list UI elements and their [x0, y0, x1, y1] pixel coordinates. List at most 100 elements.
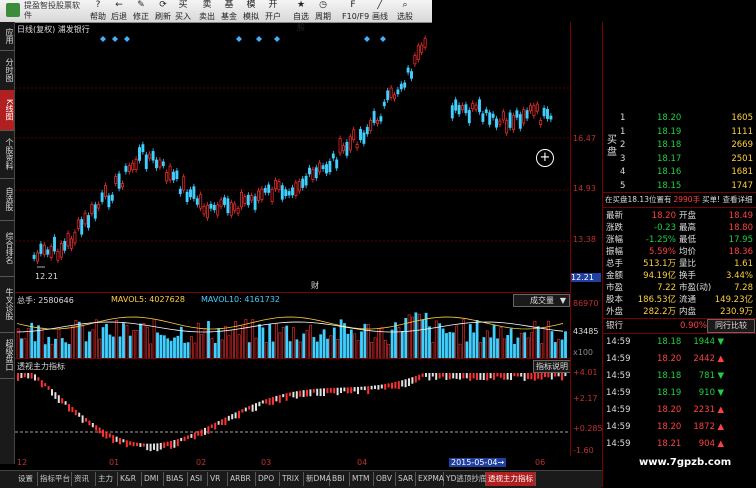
date-axis: 12 01 02 03 04 2015-05-04→ 06: [15, 458, 570, 469]
kline-chart[interactable]: 日线(复权) 浦发银行 12.21 财 +: [15, 22, 570, 292]
price-axis: 16.47 14.93 13.38 12.21 86970 43485 x100…: [570, 22, 603, 456]
left-tab-5[interactable]: 综合排名: [0, 220, 14, 277]
toolbar-label: 修正: [133, 12, 149, 21]
month-label: 01: [109, 458, 120, 467]
mavol10-value: MAVOL10: 4161732: [201, 295, 280, 304]
toolbar-button-0[interactable]: ? 帮助: [87, 0, 109, 22]
indicator-tab-19[interactable]: 透视主力指标: [486, 472, 536, 486]
bid-row[interactable]: 4 18.16 1681: [603, 166, 755, 178]
tick-row: 14:59 18.18 781 ▼: [606, 371, 724, 381]
current-price-tag: 12.21: [571, 273, 601, 282]
left-tab-0[interactable]: 应用: [0, 22, 14, 51]
indicator-tab-10[interactable]: DPO: [256, 472, 280, 486]
month-label: 02: [196, 458, 207, 467]
tick-row: 14:59 18.20 2442 ▲: [606, 354, 724, 364]
toolbar-button-9[interactable]: ★ 自选股: [290, 0, 312, 32]
bid-row[interactable]: 2 18.18 2669: [603, 139, 755, 151]
toolbar-button-6[interactable]: 基基金: [218, 0, 240, 22]
month-label: 03: [261, 458, 272, 467]
indicator-tab-8[interactable]: VR: [208, 472, 228, 486]
indicator-tab-15[interactable]: OBV: [374, 472, 396, 486]
bid-volume: 1605: [731, 113, 753, 123]
stat-row: 外盘 282.2万 内盘 230.9万: [606, 307, 753, 317]
indicator-tab-0[interactable]: 设置: [16, 472, 38, 486]
buy-side-label: 买盘: [607, 135, 617, 158]
indicator-tab-14[interactable]: MTM: [350, 472, 374, 486]
bid-row[interactable]: 3 18.17 2501: [603, 153, 755, 165]
left-tab-3[interactable]: 个股资料: [0, 130, 14, 179]
toolbar-button-4[interactable]: 买买入: [172, 0, 194, 22]
bid-level: 1: [620, 113, 626, 123]
tick-row: 14:59 18.20 1872 ▲: [606, 422, 724, 432]
indicator-tab-18[interactable]: YD逃顶抄底: [444, 472, 486, 486]
finance-marker[interactable]: 财: [311, 280, 319, 291]
indicator-tab-11[interactable]: TRIX: [280, 472, 304, 486]
stat-row: 涨跌 -0.23 最高 18.80: [606, 223, 753, 233]
toolbar-button-3[interactable]: ⟳ 刷新: [152, 0, 174, 22]
indicator-tab-6[interactable]: BIAS: [164, 472, 188, 486]
left-tab-4[interactable]: 自选股: [0, 178, 14, 221]
month-label: 12: [17, 458, 28, 467]
indicator-tab-3[interactable]: 主力: [96, 472, 118, 486]
watermark: www.7gpzb.com: [639, 457, 732, 468]
left-tab-6[interactable]: 牛叉诊股: [0, 276, 14, 333]
indicator-tab-4[interactable]: K&R: [118, 472, 142, 486]
bid-level: 1: [620, 126, 626, 137]
toolbar-button-11[interactable]: F F10/F9: [342, 0, 369, 22]
bid-price: 18.19: [657, 126, 682, 137]
bid-level: 4: [620, 167, 626, 177]
left-tab-7[interactable]: 超级盘口: [0, 332, 14, 379]
stat-row: 市盈 7.22 市盈(动) 7.28: [606, 283, 753, 293]
volume-panel[interactable]: 总手: 2580646 MAVOL5: 4027628 MAVOL10: 416…: [15, 292, 570, 359]
bid-row[interactable]: 5 18.15 1747: [603, 180, 755, 192]
toolbar-button-13[interactable]: ⌕ 选股: [394, 0, 416, 22]
indicator-tab-13[interactable]: BBI: [330, 472, 350, 486]
toolbar-icon: ★: [296, 0, 306, 10]
tick-row: 14:59 18.21 904 ▲: [606, 439, 724, 449]
indicator-tab-2[interactable]: 资讯: [72, 472, 96, 486]
toolbar-icon: ⌕: [402, 0, 408, 10]
indicator-explain-button[interactable]: 指标说明: [533, 360, 571, 373]
price-tick: 16.47: [573, 134, 596, 143]
left-tab-1[interactable]: 分时图: [0, 50, 14, 91]
toolbar-button-8[interactable]: 开开户: [262, 0, 284, 22]
toolbar-button-5[interactable]: 卖卖出: [196, 0, 218, 22]
indicator-tab-9[interactable]: ARBR: [228, 472, 256, 486]
volume-unit: x100: [573, 348, 594, 357]
indicator-tab-7[interactable]: ASI: [188, 472, 208, 486]
indicator-panel[interactable]: 透视主力指标 指标说明: [15, 358, 571, 457]
big-order-notice[interactable]: 在买盘18.13位置有 2990手 买单! 查看详细: [605, 194, 752, 206]
volume-tick: 86970: [573, 299, 599, 308]
toolbar-button-10[interactable]: ◷ 周期: [312, 0, 334, 22]
toolbar-icon: 卖: [202, 0, 212, 10]
bid-row[interactable]: 1 18.20 1605: [603, 112, 755, 124]
toolbar-icon: ?: [95, 0, 101, 10]
indicator-select[interactable]: 成交量 ▼: [513, 294, 570, 307]
stat-row: 涨幅 -1.25% 最低 17.95: [606, 235, 753, 245]
toolbar-icon: 基: [224, 0, 234, 10]
chevron-down-icon: ▼: [559, 296, 566, 305]
indicator-tab-16[interactable]: SAR: [396, 472, 416, 486]
stat-row: 振幅 5.59% 均价 18.36: [606, 247, 753, 257]
toolbar-button-12[interactable]: ╱ 画线: [369, 0, 391, 22]
app-title: 提盈智投股票软件: [4, 0, 86, 22]
indicator-tab-12[interactable]: 新DMA: [304, 472, 331, 486]
stat-row: 股本 186.53亿 流通 149.23亿: [606, 295, 753, 305]
bid-price: 18.16: [657, 167, 682, 177]
indicator-tab-1[interactable]: 指标平台: [38, 472, 72, 486]
toolbar-button-7[interactable]: 模模拟: [240, 0, 262, 22]
bid-volume: 1747: [731, 180, 753, 191]
left-tab-2[interactable]: K线图: [0, 90, 14, 131]
sector-change: 0.90%: [680, 321, 708, 331]
kline-canvas: [15, 35, 570, 268]
indicator-tab-17[interactable]: EXPMA: [416, 472, 444, 486]
toolbar-button-2[interactable]: ✎ 修正: [130, 0, 152, 22]
toolbar-button-1[interactable]: ← 后退: [108, 0, 130, 22]
arrow-up-icon: ▲: [717, 405, 724, 415]
compare-button[interactable]: 同行比较: [707, 319, 755, 333]
toolbar-label: 刷新: [155, 12, 171, 21]
indicator-tab-5[interactable]: DMI: [142, 472, 164, 486]
bid-row[interactable]: 1 18.19 1111: [603, 126, 755, 138]
toolbar-icon: 模: [246, 0, 256, 10]
toolbar-label: 买入: [175, 12, 191, 21]
